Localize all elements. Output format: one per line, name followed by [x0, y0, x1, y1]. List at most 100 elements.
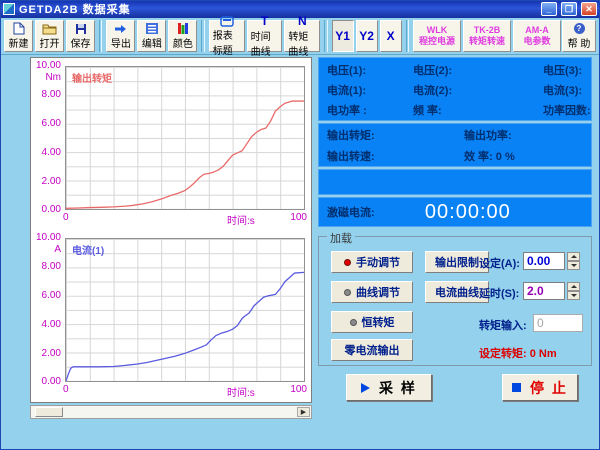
efficiency: 效 率: 0 %	[464, 148, 591, 164]
minimize-button[interactable]: _	[541, 2, 557, 16]
excitation-section: 激磁电流: 00:00:00	[318, 197, 592, 227]
electrical-section: 电压(1): 电压(2): 电压(3): 电流(1): 电流(2): 电流(3)…	[318, 57, 592, 121]
elapsed-timer: 00:00:00	[375, 201, 591, 224]
stop-button-label: 停 止	[530, 378, 568, 398]
report-title-icon	[220, 16, 234, 27]
current-chart: 10.00 A 8.00 6.00 4.00 2.00 0.00 电流(1) 0…	[31, 232, 311, 400]
scrollbar-right-arrow[interactable]: ▶	[297, 407, 310, 417]
help-button[interactable]: ? 帮 助	[562, 20, 596, 52]
open-button-label: 打开	[40, 35, 60, 50]
color-button-label: 颜色	[173, 35, 193, 50]
radio-dot-off-icon	[344, 289, 351, 296]
edit-button[interactable]: 编辑	[137, 20, 166, 52]
torque-input-field[interactable]: 0	[533, 314, 583, 332]
zero-current-output-button[interactable]: 零电流输出	[331, 339, 413, 361]
open-button[interactable]: 打开	[35, 20, 64, 52]
tk2b-line2: 转矩转速	[469, 36, 505, 47]
restore-button[interactable]: ❐	[561, 2, 577, 16]
y-axis-unit: A	[31, 244, 61, 255]
curve-adjust-label: 曲线调节	[356, 284, 400, 300]
new-button[interactable]: 新建	[4, 20, 33, 52]
y-tick: 4.00	[31, 147, 61, 158]
x-axis-label: 时间:s	[227, 212, 255, 227]
spinner-down-icon[interactable]	[567, 291, 580, 300]
output-torque-label: 输出转矩:	[327, 127, 464, 143]
sample-button[interactable]: 采 样	[346, 374, 432, 401]
help-icon: ?	[574, 22, 585, 35]
curve-adjust-button[interactable]: 曲线调节	[331, 281, 413, 303]
time-curve-button[interactable]: T 时间曲线	[247, 20, 283, 52]
delay-label: 延时(S):	[479, 285, 519, 301]
efficiency-value: 0 %	[496, 151, 515, 163]
scrollbar-thumb[interactable]	[35, 407, 63, 417]
output-section: 输出转矩: 输出功率: 输出转速: 效 率: 0 %	[318, 123, 592, 167]
y2-axis-button[interactable]: Y2	[356, 20, 378, 52]
spinner-up-icon[interactable]	[567, 252, 580, 261]
measurement-panel: 电压(1): 电压(2): 电压(3): 电流(1): 电流(2): 电流(3)…	[318, 57, 592, 229]
play-icon	[361, 383, 370, 393]
radio-dot-off-icon	[350, 319, 357, 326]
x-tick: 0	[63, 384, 69, 395]
save-floppy-icon	[75, 22, 87, 35]
spinner-down-icon[interactable]	[567, 261, 580, 270]
torque-input-label: 转矩输入:	[479, 317, 527, 333]
excitation-current-label: 激磁电流:	[327, 204, 375, 220]
output-row1: 输出转矩: 输出功率:	[319, 124, 591, 145]
voltage2-label: 电压(2):	[413, 62, 543, 78]
voltage1-label: 电压(1):	[327, 62, 413, 78]
delay-spinner[interactable]	[567, 282, 580, 300]
radio-dot-on-icon	[344, 259, 351, 266]
edit-button-label: 编辑	[142, 35, 162, 50]
spinner-up-icon[interactable]	[567, 282, 580, 291]
tk2b-torque-speed-button[interactable]: TK-2B 转矩转速	[463, 20, 511, 52]
color-button[interactable]: 颜色	[168, 20, 197, 52]
empty-section	[318, 169, 592, 195]
y-tick: 4.00	[31, 319, 61, 330]
torque-curve-button[interactable]: N 转矩曲线	[284, 20, 320, 52]
power-factor-label: 功率因数:	[543, 102, 591, 118]
save-button-label: 保存	[71, 35, 91, 50]
y-tick: 0.00	[31, 376, 61, 387]
y1-axis-button[interactable]: Y1	[332, 20, 354, 52]
open-folder-icon	[42, 22, 57, 35]
stop-button[interactable]: 停 止	[502, 374, 578, 401]
toolbar-separator	[99, 20, 102, 52]
horizontal-scrollbar[interactable]: ▶	[30, 405, 312, 419]
delay-input[interactable]: 2.0	[523, 282, 565, 300]
voltage-row: 电压(1): 电压(2): 电压(3):	[319, 60, 591, 80]
set-current-input[interactable]: 0.00	[523, 252, 565, 270]
sample-button-label: 采 样	[379, 378, 417, 398]
y-tick: 8.00	[31, 261, 61, 272]
ama-params-button[interactable]: AM-A 电参数	[513, 20, 561, 52]
close-button[interactable]: ✕	[581, 2, 597, 16]
save-button[interactable]: 保存	[66, 20, 95, 52]
export-button[interactable]: 导出	[106, 20, 135, 52]
report-title-button[interactable]: 报表标题	[209, 20, 245, 52]
torque-plot-area: 输出转矩	[65, 66, 305, 210]
torque-curve-icon: N	[298, 14, 307, 28]
y-tick: 2.00	[31, 348, 61, 359]
ama-line1: AM-A	[525, 25, 549, 36]
y-tick: 6.00	[31, 118, 61, 129]
frequency-label: 频 率:	[413, 102, 543, 118]
set-current-spinner[interactable]	[567, 252, 580, 270]
new-button-label: 新建	[9, 35, 29, 50]
set-torque-readout: 设定转矩: 0 Nm	[479, 345, 557, 361]
x-axis-button[interactable]: X	[380, 20, 402, 52]
window-title: GETDA2B 数据采集	[19, 1, 131, 17]
color-bars-icon	[177, 22, 189, 35]
power-label: 电功率 :	[327, 102, 413, 118]
time-curve-icon: T	[261, 14, 268, 28]
y-tick: 10.00	[31, 232, 61, 243]
output-power-label: 输出功率:	[464, 127, 591, 143]
set-torque-value: 0 Nm	[530, 348, 557, 360]
app-icon	[3, 3, 15, 15]
wlk-power-button[interactable]: WLK 程控电源	[413, 20, 461, 52]
current2-label: 电流(2):	[413, 82, 543, 98]
voltage3-label: 电压(3):	[543, 62, 591, 78]
current-curve-line	[66, 239, 304, 381]
manual-adjust-button[interactable]: 手动调节	[331, 251, 413, 273]
edit-lines-icon	[146, 22, 158, 35]
constant-torque-button[interactable]: 恒转矩	[331, 311, 413, 333]
constant-torque-label: 恒转矩	[362, 314, 395, 330]
